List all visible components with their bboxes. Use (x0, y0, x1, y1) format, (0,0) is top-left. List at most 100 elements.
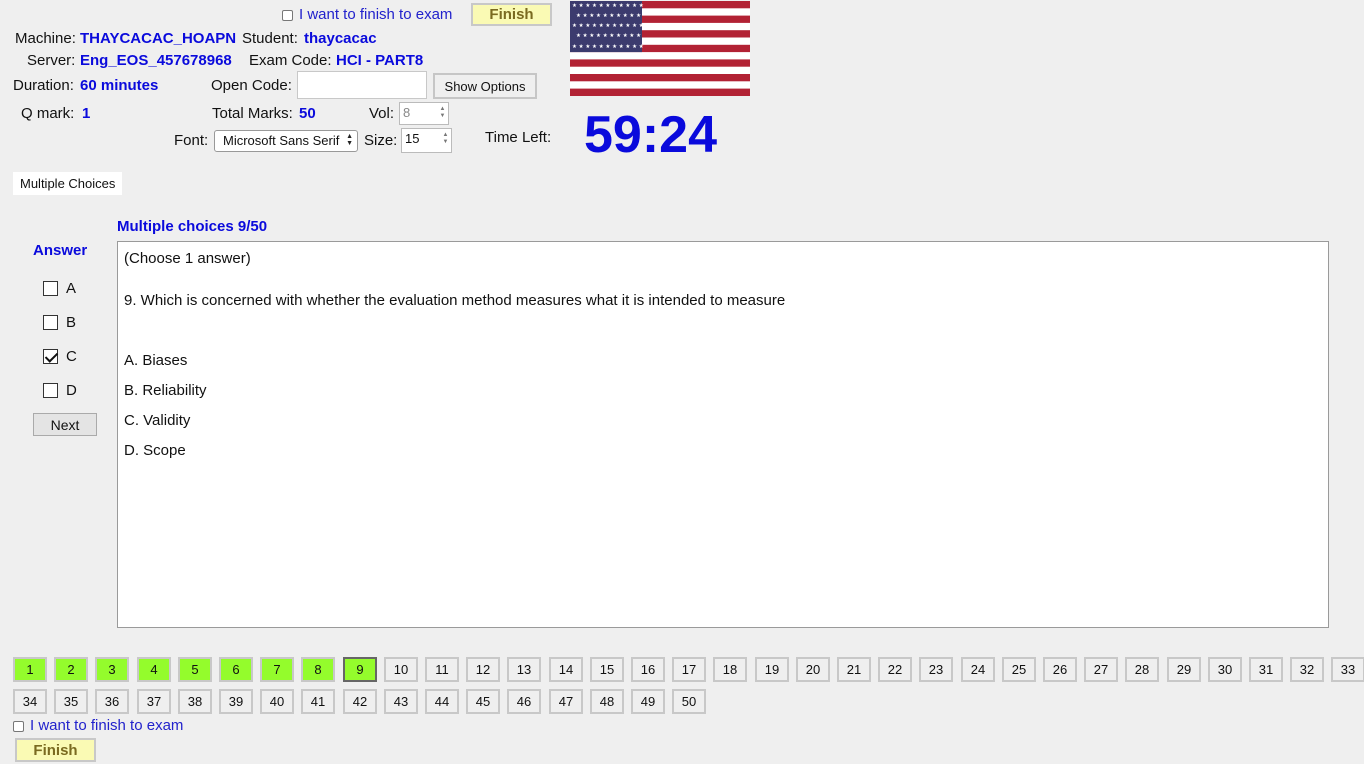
question-nav-button-32[interactable]: 32 (1290, 657, 1324, 682)
question-nav-button-9[interactable]: 9 (343, 657, 377, 682)
question-nav-button-21[interactable]: 21 (837, 657, 871, 682)
question-nav-button-19[interactable]: 19 (755, 657, 789, 682)
question-nav-button-12[interactable]: 12 (466, 657, 500, 682)
question-nav-button-28[interactable]: 28 (1125, 657, 1159, 682)
finish-checkbox-bottom[interactable] (13, 721, 24, 732)
volume-stepper[interactable]: 8 ▲ ▼ (399, 102, 449, 125)
answer-label: A (66, 280, 77, 297)
question-nav-button-1[interactable]: 1 (13, 657, 47, 682)
question-nav-button-38[interactable]: 38 (178, 689, 212, 714)
question-nav-button-8[interactable]: 8 (301, 657, 335, 682)
question-nav-button-41[interactable]: 41 (301, 689, 335, 714)
question-nav-button-34[interactable]: 34 (13, 689, 47, 714)
answer-checkbox[interactable] (43, 383, 58, 398)
question-nav-button-23[interactable]: 23 (919, 657, 953, 682)
tab-multiple-choices[interactable]: Multiple Choices (13, 172, 123, 195)
size-stepper[interactable]: 15 ▲ ▼ (401, 128, 452, 153)
question-nav-button-44[interactable]: 44 (425, 689, 459, 714)
size-value: 15 (405, 131, 420, 146)
question-option-d: D. Scope (124, 442, 186, 459)
answer-label: B (66, 314, 77, 331)
qmark-label: Q mark: (21, 105, 75, 122)
question-nav-button-10[interactable]: 10 (384, 657, 418, 682)
question-nav-button-15[interactable]: 15 (590, 657, 624, 682)
question-nav-button-3[interactable]: 3 (95, 657, 129, 682)
question-heading: Multiple choices 9/50 (117, 218, 268, 235)
question-nav-button-24[interactable]: 24 (961, 657, 995, 682)
show-options-button[interactable]: Show Options (433, 73, 537, 99)
next-button[interactable]: Next (33, 413, 97, 436)
question-option-c: C. Validity (124, 412, 191, 429)
finish-button-top[interactable]: Finish (471, 3, 552, 26)
question-nav-button-48[interactable]: 48 (590, 689, 624, 714)
question-nav-button-25[interactable]: 25 (1002, 657, 1036, 682)
question-nav-button-45[interactable]: 45 (466, 689, 500, 714)
svg-text:★ ★ ★ ★ ★ ★ ★ ★ ★ ★ ★: ★ ★ ★ ★ ★ ★ ★ ★ ★ ★ ★ (572, 23, 644, 29)
question-nav-button-13[interactable]: 13 (507, 657, 541, 682)
question-nav-button-39[interactable]: 39 (219, 689, 253, 714)
question-option-a: A. Biases (124, 352, 188, 369)
font-select-value: Microsoft Sans Serif (223, 133, 340, 148)
question-nav-button-47[interactable]: 47 (549, 689, 583, 714)
svg-text:★ ★ ★ ★ ★ ★ ★ ★ ★ ★ ★: ★ ★ ★ ★ ★ ★ ★ ★ ★ ★ ★ (572, 3, 644, 9)
total-marks-label: Total Marks: (212, 105, 293, 122)
answer-checkbox[interactable] (43, 281, 58, 296)
question-nav-button-16[interactable]: 16 (631, 657, 665, 682)
question-nav-button-33[interactable]: 33 (1331, 657, 1364, 682)
question-instruction: (Choose 1 answer) (124, 250, 251, 267)
open-code-label: Open Code: (211, 77, 292, 94)
svg-text:★ ★ ★ ★ ★ ★ ★ ★ ★ ★ ★: ★ ★ ★ ★ ★ ★ ★ ★ ★ ★ ★ (572, 44, 644, 50)
open-code-input[interactable] (297, 71, 427, 99)
question-nav-button-43[interactable]: 43 (384, 689, 418, 714)
question-nav-button-31[interactable]: 31 (1249, 657, 1283, 682)
time-left-value: 59:24 (584, 106, 717, 164)
question-nav-button-50[interactable]: 50 (672, 689, 706, 714)
question-nav-button-27[interactable]: 27 (1084, 657, 1118, 682)
finish-checkbox-top-label[interactable]: I want to finish to exam (299, 6, 452, 23)
question-nav-button-26[interactable]: 26 (1043, 657, 1077, 682)
question-nav-button-29[interactable]: 29 (1167, 657, 1201, 682)
svg-text:★ ★ ★ ★ ★ ★ ★ ★ ★ ★: ★ ★ ★ ★ ★ ★ ★ ★ ★ ★ (576, 33, 641, 39)
question-nav-button-46[interactable]: 46 (507, 689, 541, 714)
question-nav-button-42[interactable]: 42 (343, 689, 377, 714)
finish-button-bottom[interactable]: Finish (15, 738, 96, 762)
font-label: Font: (174, 132, 209, 149)
answer-option-c[interactable]: C (43, 348, 77, 365)
font-select[interactable]: Microsoft Sans Serif ▲ ▼ (214, 130, 358, 152)
exam-code-value: HCI - PART8 (336, 52, 424, 69)
question-nav-button-18[interactable]: 18 (713, 657, 747, 682)
answer-checkbox[interactable] (43, 349, 58, 364)
question-nav-button-6[interactable]: 6 (219, 657, 253, 682)
question-nav-button-5[interactable]: 5 (178, 657, 212, 682)
vol-label: Vol: (369, 105, 395, 122)
question-nav-button-49[interactable]: 49 (631, 689, 665, 714)
server-label: Server: (27, 52, 76, 69)
finish-checkbox-bottom-label[interactable]: I want to finish to exam (30, 717, 183, 734)
answer-checkbox[interactable] (43, 315, 58, 330)
answer-option-d[interactable]: D (43, 382, 77, 399)
question-nav-button-11[interactable]: 11 (425, 657, 459, 682)
question-nav-button-2[interactable]: 2 (54, 657, 88, 682)
question-nav-button-4[interactable]: 4 (137, 657, 171, 682)
question-nav-button-36[interactable]: 36 (95, 689, 129, 714)
answer-title: Answer (33, 242, 88, 259)
question-nav-button-37[interactable]: 37 (137, 689, 171, 714)
question-nav-button-7[interactable]: 7 (260, 657, 294, 682)
question-nav-button-17[interactable]: 17 (672, 657, 706, 682)
question-option-b: B. Reliability (124, 382, 207, 399)
question-nav-button-20[interactable]: 20 (796, 657, 830, 682)
question-nav-button-14[interactable]: 14 (549, 657, 583, 682)
answer-option-b[interactable]: B (43, 314, 76, 331)
stepper-arrows-icon: ▲ ▼ (439, 106, 446, 119)
size-label: Size: (364, 132, 398, 149)
answer-option-a[interactable]: A (43, 280, 76, 297)
stepper-arrows-icon: ▲ ▼ (442, 132, 449, 145)
finish-checkbox-top[interactable] (282, 10, 293, 21)
select-arrows-icon: ▲ ▼ (346, 133, 353, 147)
question-nav-button-22[interactable]: 22 (878, 657, 912, 682)
duration-label: Duration: (13, 77, 74, 94)
question-text: 9. Which is concerned with whether the e… (124, 292, 786, 309)
question-nav-button-30[interactable]: 30 (1208, 657, 1242, 682)
question-nav-button-40[interactable]: 40 (260, 689, 294, 714)
question-nav-button-35[interactable]: 35 (54, 689, 88, 714)
